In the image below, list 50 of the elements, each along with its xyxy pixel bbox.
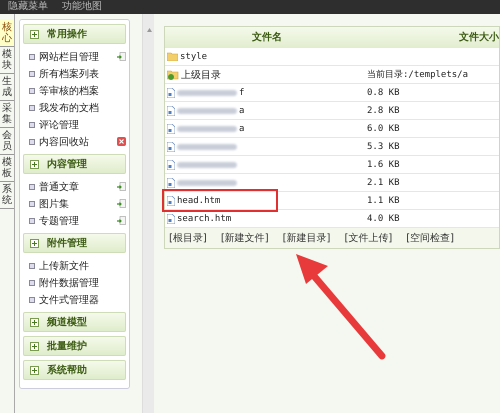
menu-item[interactable]: 附件数据管理 xyxy=(39,276,113,290)
action-link[interactable]: [文件上传] xyxy=(344,231,392,245)
menu-item[interactable]: 内容回收站 xyxy=(39,134,113,148)
file-size: 0.8 KB xyxy=(367,88,401,98)
column-header: 文件大小 xyxy=(458,30,499,44)
file-size: 6.0 KB xyxy=(367,124,401,134)
menu-item[interactable]: 我发布的文档 xyxy=(39,100,113,114)
file-size: 4.0 KB xyxy=(367,214,401,224)
menu-item[interactable]: 上传新文件 xyxy=(39,258,113,272)
side-tab[interactable]: 模块 xyxy=(0,47,14,74)
file-name[interactable]: style xyxy=(180,52,208,62)
file-name[interactable]: f xyxy=(239,88,244,98)
file-name[interactable]: a xyxy=(239,106,244,116)
menu-item[interactable]: 专题管理 xyxy=(39,214,113,228)
menu-item[interactable]: 普通文章 xyxy=(39,180,113,194)
side-tab[interactable]: 模板 xyxy=(0,155,14,182)
menu-group-header[interactable]: 内容管理 xyxy=(23,154,126,174)
menu-group-header[interactable]: 附件管理 xyxy=(23,233,126,253)
file-size: 当前目录:/templets/a xyxy=(367,68,470,81)
menu-group-header[interactable]: 频道模型 xyxy=(23,312,126,332)
side-tab[interactable]: 系统 xyxy=(0,182,14,209)
side-tab[interactable]: 生成 xyxy=(0,74,14,101)
side-tab[interactable]: 会员 xyxy=(0,128,14,155)
file-size: 5.3 KB xyxy=(367,142,401,152)
action-link[interactable]: [空间检查] xyxy=(406,231,454,245)
file-name[interactable]: search.htm xyxy=(177,214,232,224)
menu-item[interactable]: 文件式管理器 xyxy=(39,292,113,306)
file-name[interactable]: head.htm xyxy=(177,196,220,206)
file-size: 1.6 KB xyxy=(367,160,401,170)
menu-group-header[interactable]: 系统帮助 xyxy=(23,360,126,380)
action-link[interactable]: [新建目录] xyxy=(282,231,330,245)
action-link[interactable]: [新建文件] xyxy=(220,231,269,245)
file-size: 2.1 KB xyxy=(367,178,401,188)
column-header: 文件名 xyxy=(251,30,283,44)
side-tab[interactable]: 采集 xyxy=(0,101,14,128)
menu-item[interactable]: 网站栏目管理 xyxy=(39,50,113,64)
menu-item[interactable]: 评论管理 xyxy=(39,118,113,132)
file-name[interactable]: a xyxy=(239,124,244,134)
top-menu-item[interactable]: 隐藏菜单 xyxy=(8,1,48,13)
menu-item[interactable]: 等审核的档案 xyxy=(39,84,113,98)
menu-group-header[interactable]: 批量维护 xyxy=(23,336,126,356)
menu-group-header[interactable]: 常用操作 xyxy=(23,24,126,44)
file-size: 1.1 KB xyxy=(367,196,401,206)
top-menu-item[interactable]: 功能地图 xyxy=(62,1,102,13)
action-link[interactable]: [根目录] xyxy=(169,231,207,245)
file-size: 2.8 KB xyxy=(367,106,401,116)
file-name[interactable]: 上级目录 xyxy=(181,68,221,82)
side-tab[interactable]: 核心 xyxy=(0,20,14,47)
menu-item[interactable]: 所有档案列表 xyxy=(39,66,113,80)
menu-item[interactable]: 图片集 xyxy=(39,196,113,210)
